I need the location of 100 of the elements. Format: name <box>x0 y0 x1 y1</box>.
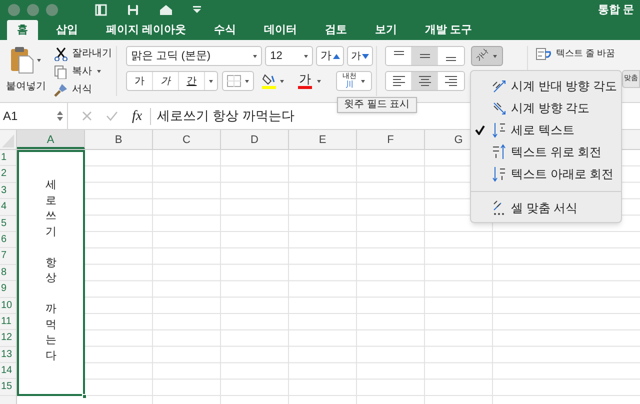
cut-button[interactable]: 잘라내기 <box>54 46 112 61</box>
menu-item[interactable]: 시계 반대 방향 각도 <box>471 75 621 97</box>
orientation-icon <box>491 144 507 160</box>
row-header[interactable]: 9 <box>0 281 16 298</box>
check-icon <box>106 111 118 121</box>
underline-button[interactable]: 간 <box>179 72 206 90</box>
sidebar-icon <box>95 4 107 16</box>
scissors-icon <box>54 46 68 60</box>
format-painter-button[interactable]: 서식 <box>54 82 112 97</box>
increase-font-button[interactable]: 가 <box>316 46 344 66</box>
align-center-icon <box>418 76 431 86</box>
row-header[interactable]: 7 <box>0 248 16 265</box>
orientation-icon <box>491 122 507 138</box>
align-top-icon <box>394 51 404 55</box>
align-left-button[interactable] <box>386 72 412 90</box>
wrap-text-button[interactable]: 텍스트 줄 바꿈 <box>536 46 640 62</box>
ribbon-tab[interactable]: 홈 <box>7 20 38 40</box>
row-header[interactable]: 12 <box>0 330 16 347</box>
fill-color-icon <box>262 73 276 89</box>
font-name-field[interactable]: 맑은 고딕 (본문) <box>126 46 262 66</box>
column-header[interactable]: F <box>357 130 425 149</box>
decrease-font-button[interactable]: 가 <box>347 46 374 66</box>
font-color-button[interactable]: 가 <box>298 71 332 91</box>
row-header[interactable]: 2 <box>0 166 16 183</box>
wrap-text-icon <box>536 48 552 60</box>
caret-icon <box>96 69 102 74</box>
copy-button[interactable]: 복사 <box>54 64 112 79</box>
align-right-icon <box>445 76 458 86</box>
align-middle-icon <box>420 54 430 58</box>
cancel-icon <box>82 111 92 121</box>
row-header[interactable]: 8 <box>0 264 16 282</box>
align-center-button[interactable] <box>412 72 438 90</box>
caret-icon <box>244 78 250 84</box>
format-cells-icon <box>491 200 507 216</box>
borders-icon <box>226 75 241 87</box>
column-header[interactable]: B <box>85 130 153 149</box>
row-header[interactable]: 10 <box>0 298 16 314</box>
column-header[interactable]: D <box>221 130 289 149</box>
orientation-icon <box>491 78 507 94</box>
row-header[interactable]: 5 <box>0 216 16 232</box>
column-header[interactable]: A <box>17 130 85 149</box>
tooltip: 윗주 필드 표시 <box>337 97 417 113</box>
row-header[interactable]: 15 <box>0 379 16 396</box>
ribbon-tab[interactable]: 보기 <box>365 20 408 40</box>
ribbon-tab[interactable]: 검토 <box>315 20 358 40</box>
copy-icon <box>54 64 68 78</box>
paste-button[interactable]: 붙여넣기 <box>6 46 46 96</box>
row-header[interactable]: 4 <box>0 199 16 216</box>
spinner-icon <box>57 111 63 121</box>
font-size-field[interactable]: 12 <box>265 46 314 66</box>
align-bottom-button[interactable] <box>438 47 464 65</box>
function-button[interactable]: fx <box>132 106 142 126</box>
clipboard-icon <box>10 46 34 74</box>
vertical-text: 세로쓰기 항상 까먹는다 <box>46 178 56 364</box>
triangle-up-icon <box>332 54 340 58</box>
bold-button[interactable]: 가 <box>127 72 154 90</box>
menu-item[interactable]: 텍스트 아래로 회전 <box>471 163 621 185</box>
window-control-icon <box>46 4 58 16</box>
merged-cell[interactable]: 세로쓰기 항상 까먹는다 <box>17 150 85 396</box>
row-header[interactable]: 1 <box>0 150 16 166</box>
align-right-button[interactable] <box>438 72 464 90</box>
caret-icon <box>279 78 286 84</box>
row-header[interactable]: 13 <box>0 346 16 364</box>
caret-icon <box>208 78 214 84</box>
align-top-button[interactable] <box>386 47 412 65</box>
customize-icon <box>193 6 201 14</box>
row-header[interactable]: 6 <box>0 232 16 248</box>
row-header[interactable]: 3 <box>0 182 16 200</box>
checkmark-icon <box>475 125 485 135</box>
caret-icon <box>492 54 498 58</box>
align-middle-button[interactable] <box>412 47 438 65</box>
format-cells-menu-item[interactable]: 셀 맞춤 서식 <box>471 198 621 218</box>
brush-icon <box>54 82 68 96</box>
column-header[interactable]: C <box>153 130 221 149</box>
ribbon-tab[interactable]: 데이터 <box>254 20 308 40</box>
caret-icon <box>36 58 42 62</box>
column-header[interactable]: E <box>289 130 357 149</box>
formula-value: 세로쓰기 항상 까먹는다 <box>156 107 294 126</box>
window-title: 통합 문 <box>598 2 634 18</box>
ribbon-tab[interactable]: 삽입 <box>46 20 88 40</box>
italic-button[interactable]: 가 <box>153 72 180 90</box>
align-bottom-icon <box>446 57 456 61</box>
caret-icon <box>360 78 366 84</box>
menu-item[interactable]: 시계 방향 각도 <box>471 97 621 119</box>
home-icon <box>159 4 173 16</box>
ribbon-tab[interactable]: 수식 <box>204 20 246 40</box>
ribbon-tab[interactable]: 개발 도구 <box>415 20 482 40</box>
orientation-icon <box>491 166 507 182</box>
align-left-icon <box>392 76 405 86</box>
triangle-down-icon <box>362 54 370 58</box>
caret-icon <box>303 54 310 58</box>
caret-icon <box>316 78 322 84</box>
window-control-icon <box>8 4 20 16</box>
row-header[interactable]: 14 <box>0 363 16 380</box>
orientation-icon <box>491 100 507 116</box>
window-control-icon <box>27 4 39 16</box>
fill-handle[interactable] <box>82 394 87 399</box>
ribbon-tab[interactable]: 페이지 레이아웃 <box>96 20 196 40</box>
row-header[interactable]: 11 <box>0 314 16 330</box>
caret-icon <box>252 54 258 58</box>
